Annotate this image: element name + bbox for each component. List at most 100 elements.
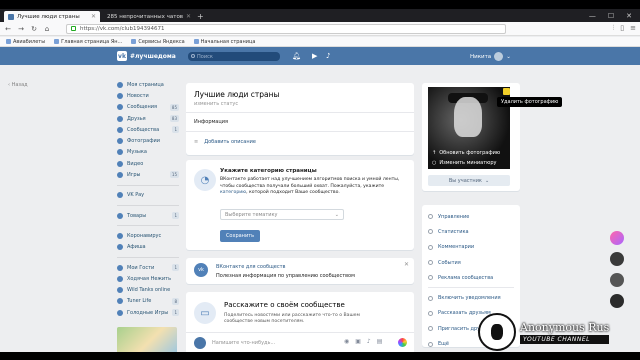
sidebar-item-goods[interactable]: Товары 1: [117, 210, 179, 221]
sidebar-item-photos[interactable]: Фотографии: [117, 135, 179, 146]
sidebar-item-games[interactable]: Игры 15: [117, 169, 179, 180]
post-attachments: ◉ ▣ ♪ ▤: [344, 338, 382, 345]
tab-inactive[interactable]: 285 непрочитанных чатов ✕: [100, 11, 192, 22]
close-tab-icon[interactable]: ✕: [186, 13, 191, 20]
sidebar-item-video[interactable]: Видео: [117, 158, 179, 169]
user-menu[interactable]: Никита ⌄: [470, 52, 511, 61]
divider: [186, 112, 414, 113]
vk-favicon-icon: [8, 13, 14, 20]
category-link[interactable]: категорию: [220, 190, 246, 195]
close-window-icon[interactable]: ✕: [626, 12, 632, 20]
search-input[interactable]: Поиск: [188, 52, 280, 61]
tab-active[interactable]: Лучшие люди страны ✕: [4, 11, 100, 22]
sidebar-item-news[interactable]: Новости: [117, 90, 179, 101]
vk-communities-title[interactable]: ВКонтакте для сообществ: [216, 264, 285, 270]
count-badge: 83: [169, 114, 179, 122]
bookmark-item[interactable]: Авиабилеты: [6, 39, 45, 45]
menu-item-comments[interactable]: Комментарии: [422, 240, 520, 255]
music-note-icon[interactable]: ♪: [326, 52, 330, 60]
divider: [186, 332, 414, 333]
bookmark-icon: [6, 39, 11, 44]
bookmark-item[interactable]: Сервисы Яндекса: [131, 39, 185, 45]
vk-logo[interactable]: vk #лучшедома: [117, 51, 176, 61]
bell-icon: [428, 295, 433, 301]
chevron-down-icon: ⌄: [334, 211, 339, 218]
sidebar-item-app[interactable]: Мои Гости 1: [117, 262, 179, 273]
back-link[interactable]: ‹ Назад: [8, 82, 28, 88]
user-name: Никита: [470, 53, 492, 60]
menu-item-stats[interactable]: Статистика: [422, 224, 520, 239]
bookmark-icon: [193, 39, 199, 44]
document-icon[interactable]: ▤: [377, 338, 383, 345]
reload-icon[interactable]: ↻: [30, 25, 38, 33]
sidebar-icon[interactable]: ▯: [620, 24, 624, 33]
chat-avatar[interactable]: [610, 231, 624, 245]
browser-toolbar-right: ⫶ ▯ ≡: [613, 24, 636, 33]
lock-icon: [71, 26, 76, 31]
add-description-link[interactable]: ≡ Добавить описание: [194, 139, 256, 145]
sidebar-item-app[interactable]: Wild Tanks online: [117, 284, 179, 295]
sidebar-item-messages[interactable]: Сообщения 85: [117, 102, 179, 113]
close-tab-icon[interactable]: ✕: [91, 13, 96, 20]
back-arrow-icon[interactable]: ←: [4, 25, 12, 33]
save-button[interactable]: Сохранить: [220, 230, 260, 242]
change-thumbnail-link[interactable]: ○ Изменить миниатюру: [432, 160, 496, 166]
user-icon: [117, 81, 123, 88]
minimize-icon[interactable]: —: [589, 12, 596, 20]
bookmark-item[interactable]: Начальная страница: [193, 39, 255, 45]
status-edit-link[interactable]: изменить статус: [194, 101, 238, 107]
sidebar-item-app[interactable]: Голодные Игры 1: [117, 307, 179, 318]
sidebar-item-afisha[interactable]: Афиша: [117, 242, 179, 253]
search-icon: [191, 54, 195, 58]
member-dropdown-button[interactable]: Вы участник ⌄: [428, 175, 510, 186]
sidebar-item-coronavirus[interactable]: Коронавирус: [117, 230, 179, 241]
sidebar-item-communities[interactable]: Сообщества 1: [117, 124, 179, 135]
game-banner-image[interactable]: [117, 327, 177, 352]
chat-avatar[interactable]: [610, 273, 624, 287]
more-icon: [428, 341, 433, 347]
music-play-icon[interactable]: ▶: [312, 52, 317, 60]
new-tab-button[interactable]: +: [192, 11, 209, 22]
menu-icon[interactable]: ≡: [630, 24, 636, 33]
menu-item-manage[interactable]: Управление: [422, 209, 520, 224]
menu-item-notifications[interactable]: Включить уведомления: [422, 290, 520, 305]
video-icon[interactable]: ▣: [355, 338, 361, 345]
library-icon[interactable]: ⫶: [613, 24, 615, 33]
afisha-icon: [117, 244, 123, 251]
tell-about-card: ▭ Расскажите о своём сообществе Поделите…: [186, 292, 414, 352]
chat-avatar[interactable]: [610, 252, 624, 266]
chevron-down-icon: ⌄: [506, 53, 511, 60]
count-badge: 1: [172, 126, 179, 134]
pin-icon[interactable]: [503, 88, 510, 95]
bookmark-icon: [54, 39, 60, 44]
category-select[interactable]: Выберите тематику ⌄: [220, 209, 344, 220]
url-text: https://vk.com/club194394671: [80, 25, 165, 32]
notifications-bell-icon[interactable]: 🔔︎: [292, 52, 301, 60]
menu-item-ads[interactable]: Реклама сообщества: [422, 270, 520, 285]
home-icon[interactable]: ⌂: [43, 25, 51, 33]
post-input[interactable]: Напишите что-нибудь...: [212, 340, 275, 346]
chat-avatar[interactable]: [610, 294, 624, 308]
sidebar-item-music[interactable]: Музыка: [117, 147, 179, 158]
forward-arrow-icon[interactable]: →: [17, 25, 25, 33]
category-description: ВКонтакте работает над улучшением алгори…: [220, 177, 400, 196]
stories-icon[interactable]: [398, 338, 407, 347]
camera-icon[interactable]: ◉: [344, 338, 349, 345]
sidebar-item-vkpay[interactable]: VK Pay: [117, 190, 179, 201]
close-icon[interactable]: ✕: [404, 261, 409, 268]
address-bar[interactable]: https://vk.com/club194394671: [66, 23, 506, 34]
bookmark-item[interactable]: Главная страница Ян...: [54, 39, 122, 45]
sidebar-item-my-page[interactable]: Моя страница: [117, 79, 179, 90]
sidebar-item-app[interactable]: Ходячая Нежить: [117, 273, 179, 284]
count-badge: 1: [172, 263, 179, 271]
update-photo-link[interactable]: ↑ Обновить фотографию: [432, 150, 500, 156]
vk-communities-icon: vk: [194, 263, 208, 277]
left-sidebar: Моя страница Новости Сообщения 85 Друзья 8…: [117, 79, 179, 318]
app-icon: [117, 264, 123, 271]
music-note-icon[interactable]: ♪: [367, 338, 371, 345]
sidebar-item-app[interactable]: Tuner Life 8: [117, 296, 179, 307]
maximize-icon[interactable]: ☐: [608, 12, 614, 20]
vk-header: vk #лучшедома Поиск 🔔︎ ▶ ♪ Никита ⌄: [0, 47, 640, 65]
menu-item-events[interactable]: События: [422, 255, 520, 270]
sidebar-item-friends[interactable]: Друзья 83: [117, 113, 179, 124]
